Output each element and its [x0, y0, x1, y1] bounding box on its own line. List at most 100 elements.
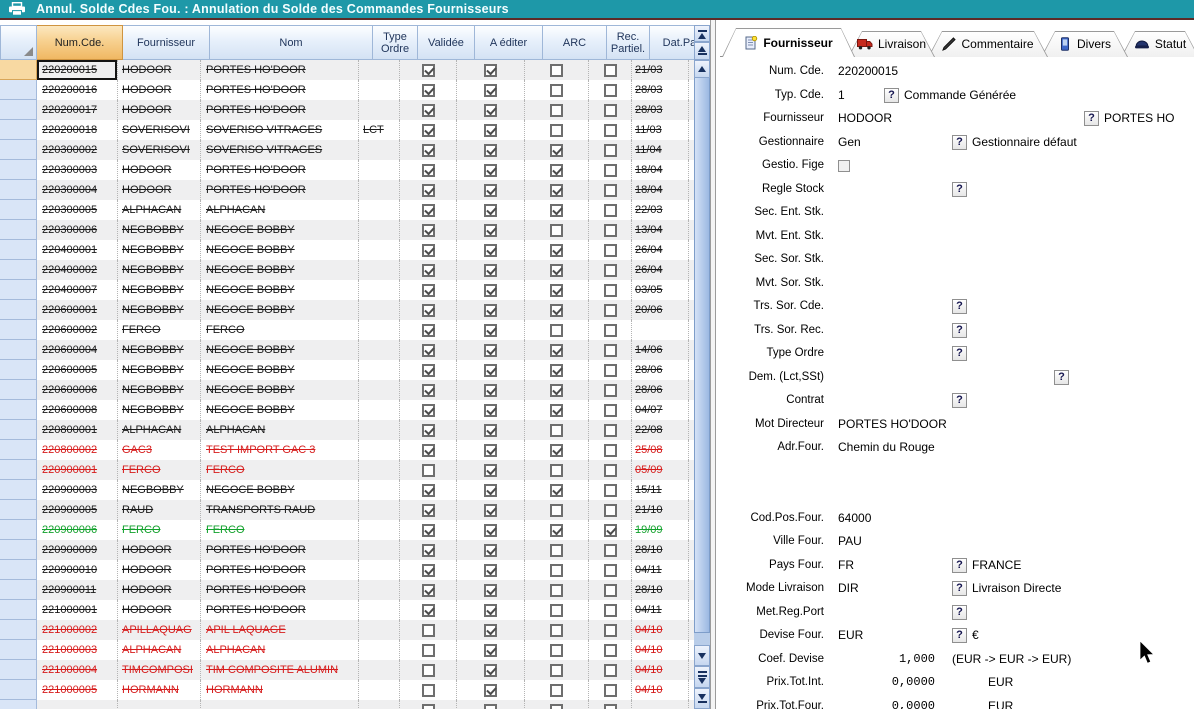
cell-rec_partiel[interactable] — [589, 380, 632, 400]
checkbox-validee[interactable] — [422, 464, 435, 477]
cell-arc[interactable] — [525, 80, 589, 100]
cell-validee[interactable] — [400, 140, 457, 160]
cell-rec_partiel[interactable] — [589, 620, 632, 640]
row-selector[interactable] — [0, 80, 37, 100]
checkbox-arc[interactable] — [550, 404, 563, 417]
cell-arc[interactable] — [525, 580, 589, 600]
checkbox-arc[interactable] — [550, 684, 563, 697]
checkbox-a_editer[interactable] — [484, 544, 497, 557]
cell-a_editer[interactable] — [457, 400, 525, 420]
checkbox-rec_partiel[interactable] — [604, 664, 617, 677]
cell-arc[interactable] — [525, 280, 589, 300]
cell-fournisseur[interactable]: HODOOR — [118, 160, 201, 180]
row-selector[interactable] — [0, 660, 37, 680]
cell-rec_partiel[interactable] — [589, 600, 632, 620]
checkbox-a_editer[interactable] — [484, 204, 497, 217]
cell-type_ordre[interactable] — [359, 340, 400, 360]
column-header-a_editer[interactable]: A éditer — [475, 25, 543, 60]
cell-a_editer[interactable] — [457, 460, 525, 480]
checkbox-arc[interactable] — [550, 224, 563, 237]
checkbox-a_editer[interactable] — [484, 504, 497, 517]
cell-fournisseur[interactable]: HODOOR — [118, 180, 201, 200]
cell-nom[interactable]: PORTES HO'DOOR — [201, 560, 359, 580]
cell-date[interactable]: 04/10 — [632, 660, 689, 680]
cell-type_ordre[interactable] — [359, 100, 400, 120]
cell-validee[interactable] — [400, 380, 457, 400]
row-selector[interactable] — [0, 60, 37, 80]
row-selector[interactable] — [0, 300, 37, 320]
cell-nom[interactable]: PORTES HO'DOOR — [201, 100, 359, 120]
checkbox-arc[interactable] — [550, 444, 563, 457]
cell-num[interactable]: 220300002 — [37, 140, 118, 160]
cell-arc[interactable] — [525, 460, 589, 480]
cell-date[interactable]: 11/03 — [632, 120, 689, 140]
checkbox-arc[interactable] — [550, 204, 563, 217]
checkbox-a_editer[interactable] — [484, 284, 497, 297]
cell-a_editer[interactable] — [457, 360, 525, 380]
row-selector[interactable] — [0, 140, 37, 160]
checkbox-validee[interactable] — [422, 384, 435, 397]
scroll-up-icon[interactable] — [694, 60, 710, 78]
cell-fournisseur[interactable]: APILLAQUAG — [118, 620, 201, 640]
cell-date[interactable]: 26/04 — [632, 260, 689, 280]
cell-fournisseur[interactable]: SOVERISOVI — [118, 120, 201, 140]
scroll-fast-down-icon[interactable] — [694, 666, 710, 688]
cell-validee[interactable] — [400, 180, 457, 200]
cell-rec_partiel[interactable] — [589, 140, 632, 160]
checkbox-rec_partiel[interactable] — [604, 124, 617, 137]
checkbox-validee[interactable] — [422, 364, 435, 377]
checkbox-arc[interactable] — [550, 344, 563, 357]
checkbox-a_editer[interactable] — [484, 244, 497, 257]
field-value[interactable]: Gen — [838, 131, 861, 155]
row-selector[interactable] — [0, 620, 37, 640]
cell-a_editer[interactable] — [457, 580, 525, 600]
cell-date[interactable]: 22/03 — [632, 200, 689, 220]
cell-rec_partiel[interactable] — [589, 240, 632, 260]
row-selector[interactable] — [0, 240, 37, 260]
row-selector[interactable] — [0, 400, 37, 420]
cell-type_ordre[interactable] — [359, 260, 400, 280]
cell-fournisseur[interactable]: NEGBOBBY — [118, 220, 201, 240]
cell-arc[interactable] — [525, 600, 589, 620]
cell-nom[interactable]: TIM COMPOSITE ALUMIN — [201, 660, 359, 680]
cell-arc[interactable] — [525, 640, 589, 660]
cell-a_editer[interactable] — [457, 560, 525, 580]
cell-a_editer[interactable] — [457, 640, 525, 660]
cell-nom[interactable]: PORTES HO'DOOR — [201, 540, 359, 560]
cell-num[interactable]: 220900001 — [37, 460, 118, 480]
row-selector[interactable] — [0, 480, 37, 500]
checkbox-validee[interactable] — [422, 524, 435, 537]
checkbox-a_editer[interactable] — [484, 584, 497, 597]
checkbox-rec_partiel[interactable] — [604, 204, 617, 217]
row-selector[interactable] — [0, 420, 37, 440]
checkbox-validee[interactable] — [422, 304, 435, 317]
cell-a_editer[interactable] — [457, 200, 525, 220]
cell-validee[interactable] — [400, 340, 457, 360]
cell-nom[interactable]: HORMANN — [201, 680, 359, 700]
field-value[interactable]: 64000 — [838, 507, 871, 531]
checkbox-validee[interactable] — [422, 144, 435, 157]
cell-validee[interactable] — [400, 220, 457, 240]
checkbox-arc[interactable] — [550, 364, 563, 377]
cell-fournisseur[interactable]: NEGBOBBY — [118, 300, 201, 320]
cell-validee[interactable] — [400, 620, 457, 640]
tab-divers[interactable]: Divers — [1041, 31, 1128, 57]
cell-arc[interactable] — [525, 340, 589, 360]
checkbox-arc[interactable] — [550, 424, 563, 437]
checkbox-a_editer[interactable] — [484, 444, 497, 457]
checkbox-arc[interactable] — [550, 564, 563, 577]
cell-date[interactable]: 28/10 — [632, 540, 689, 560]
checkbox-a_editer[interactable] — [484, 564, 497, 577]
checkbox-arc[interactable] — [550, 124, 563, 137]
cell-nom[interactable]: PORTES HO'DOOR — [201, 600, 359, 620]
row-selector[interactable] — [0, 260, 37, 280]
cell-date[interactable]: 19/09 — [632, 520, 689, 540]
column-header-fournisseur[interactable]: Fournisseur — [123, 25, 210, 60]
cell-fournisseur[interactable]: NEGBOBBY — [118, 380, 201, 400]
cell-arc[interactable] — [525, 520, 589, 540]
scroll-down-icon[interactable] — [694, 645, 710, 666]
printer-icon[interactable] — [8, 2, 26, 16]
cell-date[interactable]: 21/03 — [632, 60, 689, 80]
row-selector[interactable] — [0, 500, 37, 520]
cell-a_editer[interactable] — [457, 80, 525, 100]
